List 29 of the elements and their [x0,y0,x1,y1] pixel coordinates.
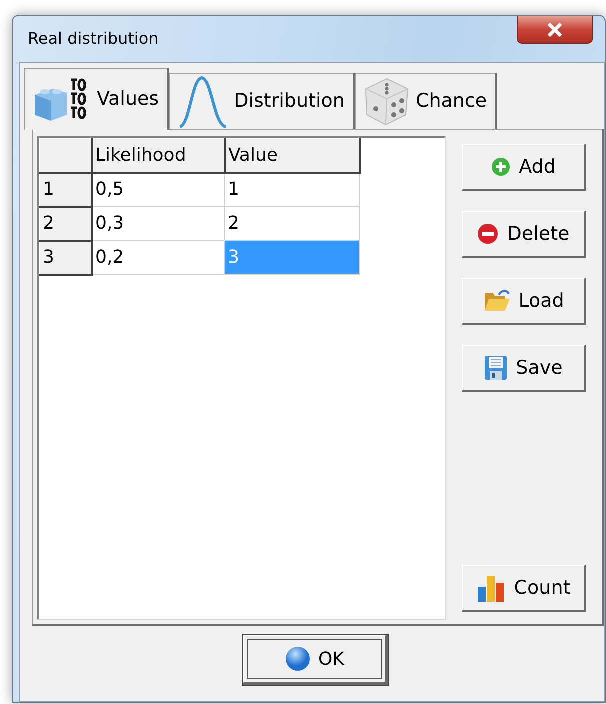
folder-icon [482,289,511,313]
tab[interactable]: Values [24,68,170,130]
table-cell[interactable]: 0,2 [92,240,224,274]
orb-icon [284,646,310,672]
tab[interactable]: Chance [354,73,498,129]
toolbar-button[interactable]: Load [462,278,586,325]
row-header: 3 [40,240,92,274]
corner-cell [40,138,92,172]
close-button[interactable] [517,16,593,44]
row-header: 1 [40,172,92,206]
toolbar-button[interactable]: Save [462,345,586,392]
table-cell[interactable]: 0,5 [92,172,224,206]
table-cell[interactable]: 1 [224,172,360,206]
toolbar-button[interactable]: Delete [462,211,586,258]
bell-curve-icon [178,74,228,128]
row-header: 2 [40,206,92,240]
bar-chart-icon [476,573,506,603]
column-header: Value [224,138,360,172]
plus-icon [491,157,512,177]
ok-button[interactable]: OK [243,635,388,685]
tab[interactable]: Distribution [169,73,355,129]
window-title: Real distribution [28,28,159,50]
toolbar-button[interactable]: Add [462,144,586,191]
close-icon [547,22,563,36]
minus-icon [477,223,500,245]
dice-icon [364,76,410,126]
count-button[interactable]: Count [462,565,586,612]
table-cell[interactable]: 0,3 [92,206,224,240]
column-header: Likelihood [92,138,224,172]
